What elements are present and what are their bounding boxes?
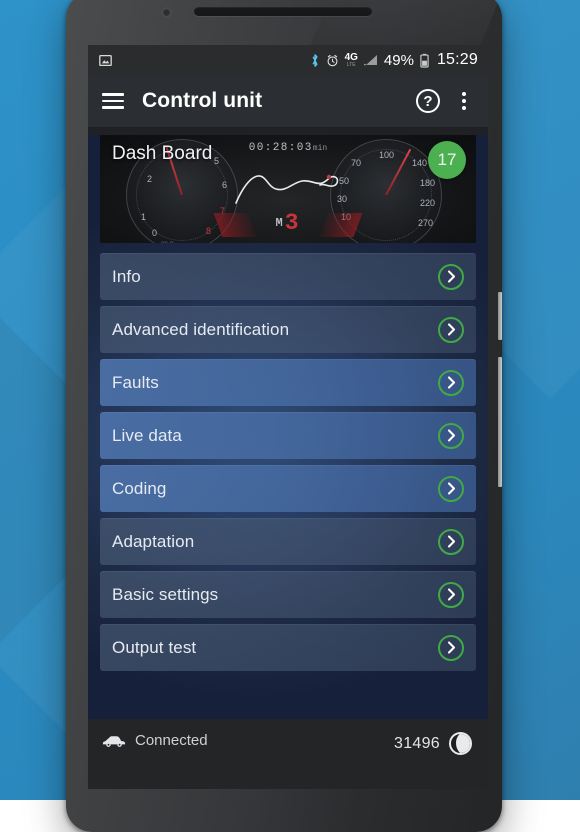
menu-item-label: Basic settings	[112, 584, 219, 604]
phone-device: 4G LTE 49% 15:29 Control unit ? 2 1 0 5 …	[66, 0, 502, 832]
menu-item-faults[interactable]: Faults	[100, 359, 476, 406]
chevron-right-icon[interactable]	[438, 634, 464, 661]
odometer-icon[interactable]	[449, 732, 472, 755]
alarm-clock-icon	[326, 54, 339, 67]
earpiece-speaker	[194, 7, 372, 16]
menu-item-info[interactable]: Info	[100, 253, 476, 300]
network-subtype-label: LTE	[346, 61, 356, 68]
overflow-menu-icon[interactable]	[454, 92, 474, 110]
clock-label: 15:29	[436, 51, 478, 68]
menu-item-label: Output test	[112, 637, 197, 657]
menu-item-label: Coding	[112, 478, 167, 498]
timer-value: 00:28:03	[248, 142, 313, 154]
chevron-right-icon[interactable]	[438, 263, 464, 290]
menu-item-label: Info	[112, 266, 141, 286]
power-button[interactable]	[498, 292, 502, 340]
volume-button[interactable]	[498, 357, 502, 487]
battery-percent-label: 49%	[383, 51, 414, 69]
chevron-right-icon[interactable]	[438, 422, 464, 449]
gear-indicator: M3	[275, 210, 300, 236]
network-type-icon: 4G LTE	[344, 51, 358, 68]
menu-item-output-test[interactable]: Output test	[100, 624, 476, 671]
menu-item-coding[interactable]: Coding	[100, 465, 476, 512]
track-map-icon	[235, 174, 339, 204]
cluster-timer: 00:28:03min	[249, 142, 327, 154]
menu-item-adaptation[interactable]: Adaptation	[100, 518, 476, 565]
battery-icon	[420, 53, 429, 68]
status-bar: 4G LTE 49% 15:29	[88, 45, 488, 75]
menu-item-label: Advanced identification	[112, 319, 290, 339]
chevron-right-icon[interactable]	[438, 475, 464, 502]
signal-bars-icon	[363, 54, 378, 66]
menu-item-label: Live data	[112, 425, 182, 445]
dashboard-banner[interactable]: 2 1 0 5 6 7 8 80 C 10 30	[100, 135, 476, 243]
network-type-label: 4G	[344, 51, 358, 63]
menu-list: Info Advanced identification Faults Live…	[100, 253, 476, 671]
page-title: Control unit	[142, 89, 263, 112]
app-bar: Control unit ?	[88, 75, 488, 127]
gear-number-label: 3	[284, 210, 301, 236]
menu-item-advanced-identification[interactable]: Advanced identification	[100, 306, 476, 353]
phone-screen: 4G LTE 49% 15:29 Control unit ? 2 1 0 5 …	[88, 45, 488, 789]
chevron-right-icon[interactable]	[438, 369, 464, 396]
content-area: 2 1 0 5 6 7 8 80 C 10 30	[88, 135, 488, 789]
chevron-right-icon[interactable]	[438, 581, 464, 608]
image-notification-icon	[99, 54, 112, 67]
chevron-right-icon[interactable]	[438, 528, 464, 555]
menu-item-label: Faults	[112, 372, 159, 392]
gear-mode-label: M	[275, 215, 285, 230]
front-camera-icon	[162, 8, 171, 17]
bluetooth-icon	[310, 53, 320, 68]
dashboard-banner-label: Dash Board	[112, 143, 213, 164]
status-badge: 17	[428, 141, 466, 179]
car-icon	[102, 734, 126, 748]
help-circle-icon[interactable]: ?	[416, 89, 440, 113]
chevron-right-icon[interactable]	[438, 316, 464, 343]
connection-status-label: Connected	[135, 732, 208, 749]
menu-item-basic-settings[interactable]: Basic settings	[100, 571, 476, 618]
menu-item-label: Adaptation	[112, 531, 195, 551]
menu-item-live-data[interactable]: Live data	[100, 412, 476, 459]
odometer-count-label: 31496	[394, 734, 440, 752]
hamburger-menu-icon[interactable]	[102, 93, 124, 109]
bottom-status-bar: Connected 31496	[88, 719, 488, 789]
timer-unit: min	[312, 144, 328, 153]
